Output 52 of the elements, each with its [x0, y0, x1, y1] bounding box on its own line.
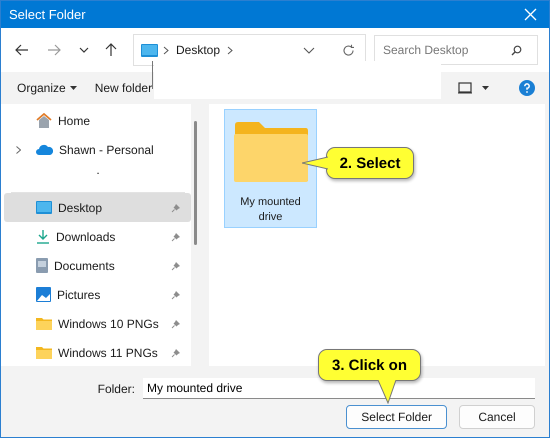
window-title: Select Folder — [9, 7, 87, 22]
chevron-down-icon[interactable] — [303, 46, 315, 54]
breadcrumb-chevron-icon[interactable] — [227, 46, 234, 54]
breadcrumb-chevron-icon — [163, 46, 169, 54]
sidebar-item[interactable]: Pictures — [4, 280, 191, 309]
sidebar-item[interactable]: Downloads — [4, 222, 191, 251]
breadcrumb-item[interactable]: Desktop — [176, 43, 220, 57]
sidebar-item[interactable]: Windows 10 PNGs — [4, 309, 191, 338]
download-icon — [36, 229, 50, 244]
cancel-button[interactable]: Cancel — [459, 405, 535, 429]
folder-item[interactable]: My mounted drive — [224, 109, 317, 228]
pane-icon — [458, 82, 472, 94]
search-icon[interactable] — [511, 45, 522, 56]
forward-arrow-icon[interactable] — [47, 44, 61, 56]
chevron-down-icon[interactable] — [79, 47, 89, 53]
up-arrow-icon[interactable] — [105, 43, 117, 57]
folder-icon — [36, 346, 52, 359]
caret-icon — [482, 86, 489, 90]
pin-icon[interactable] — [171, 202, 181, 212]
refresh-icon[interactable] — [342, 44, 355, 56]
folder-input-field[interactable]: My mounted drive — [143, 378, 535, 399]
folder-icon — [232, 121, 308, 183]
document-icon — [36, 258, 48, 273]
sidebar-item[interactable]: Windows 11 PNGs — [4, 338, 191, 367]
search-field[interactable]: Search Desktop — [374, 35, 538, 65]
separator-mark: . — [96, 164, 100, 176]
picture-icon — [36, 287, 51, 302]
folder-label: Folder: — [98, 382, 135, 396]
sidebar-item[interactable]: Home — [4, 106, 191, 135]
desktop-icon — [36, 201, 52, 214]
callout-bubble: 2. Select — [326, 147, 414, 179]
sidebar-item[interactable]: Desktop — [4, 193, 191, 222]
new-folder-button[interactable]: New folder — [86, 77, 160, 99]
folder-icon — [36, 317, 52, 330]
scrollbar-thumb[interactable] — [194, 121, 197, 245]
help-icon[interactable] — [519, 80, 535, 96]
cloud-icon — [36, 144, 53, 155]
pin-icon[interactable] — [171, 348, 181, 358]
pin-icon[interactable] — [171, 290, 181, 300]
pin-icon[interactable] — [171, 232, 181, 242]
sidebar-item[interactable]: Shawn - Personal — [4, 135, 191, 164]
sidebar-item[interactable]: Documents — [4, 251, 191, 280]
select-folder-button[interactable]: Select Folder — [346, 405, 447, 429]
pin-icon[interactable] — [171, 260, 181, 270]
desktop-icon — [141, 44, 158, 56]
expand-chevron-icon[interactable] — [16, 146, 21, 154]
back-arrow-icon[interactable] — [15, 44, 29, 56]
organize-button[interactable]: Organize — [9, 77, 85, 99]
house-icon — [36, 113, 52, 128]
caret-icon — [70, 86, 77, 90]
close-icon[interactable] — [524, 8, 537, 21]
pin-icon[interactable] — [171, 318, 181, 328]
